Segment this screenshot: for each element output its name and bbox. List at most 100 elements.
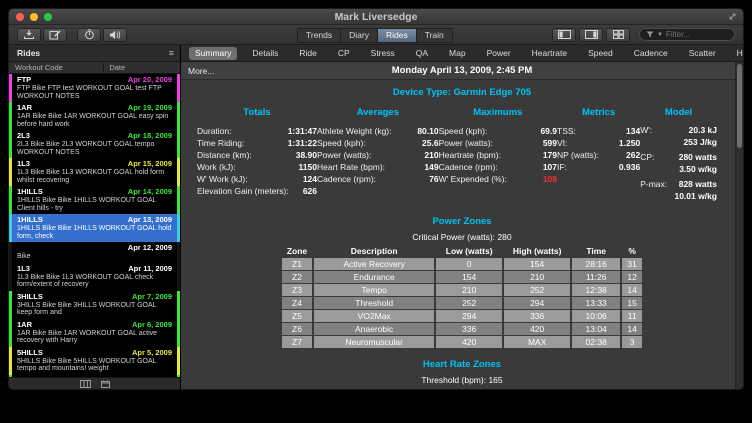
ride-color-stripe	[177, 74, 180, 102]
ride-list-item[interactable]: 1L3Apr 15, 2009 1L3 Bike Bike 1L3 WORKOU…	[9, 158, 180, 186]
tab-cadence[interactable]: Cadence	[628, 47, 674, 60]
ride-list-item[interactable]: 1ARApr 6, 2009 1AR Bike Bike 1AR WORKOUT…	[9, 319, 180, 347]
filter-field[interactable]: ▼	[639, 28, 735, 41]
main-scrollbar[interactable]	[735, 62, 743, 390]
tab-speed[interactable]: Speed	[582, 47, 619, 60]
tab-cp[interactable]: CP	[332, 47, 356, 60]
metric-value: 25.6	[422, 137, 439, 149]
ride-list-item[interactable]: 1ARApr 19, 2009 1AR Bike Bike 1AR WORKOU…	[9, 102, 180, 130]
ride-description: 1AR Bike Bike 1AR WORKOUT GOAL easy spin…	[17, 113, 172, 128]
model-section: Model W': 20.3 kJ253 J/kg CP: 280 watts3…	[640, 107, 717, 206]
zone-cell: 336	[436, 323, 502, 335]
toggle-sidebar-button[interactable]	[552, 28, 576, 42]
tab-map[interactable]: Map	[443, 47, 472, 60]
ride-list-item[interactable]: Apr 12, 2009 Bike	[9, 242, 180, 263]
scrollbar-thumb[interactable]	[737, 64, 742, 148]
column-date[interactable]: Date	[104, 63, 180, 72]
view-diary[interactable]: Diary	[341, 29, 378, 42]
tab-details[interactable]: Details	[246, 47, 284, 60]
tab-scatter[interactable]: Scatter	[683, 47, 722, 60]
audio-button[interactable]	[103, 28, 127, 42]
ride-list-item[interactable]: FTPApr 20, 2009 FTP Bike FTP test WORKOU…	[9, 74, 180, 102]
more-link[interactable]: More...	[188, 66, 214, 76]
filter-input[interactable]	[666, 30, 728, 39]
ride-list-item[interactable]: 2L3Apr 4, 2009 2L3 Bike Bike 2L3 WORKOUT…	[9, 375, 180, 378]
tab-hrpw[interactable]: HrPw	[731, 47, 744, 60]
zone-row: Z5VO2Max29433610:0611	[282, 310, 642, 322]
view-rides[interactable]: Rides	[378, 29, 417, 42]
download-ride-button[interactable]	[17, 28, 41, 42]
tab-ride[interactable]: Ride	[293, 47, 322, 60]
ride-color-stripe	[177, 291, 180, 319]
manual-entry-button[interactable]	[43, 28, 67, 42]
metric-label: CP:	[640, 152, 668, 174]
ride-date: Apr 5, 2009	[132, 349, 172, 357]
view-train[interactable]: Train	[417, 29, 452, 42]
sidebar-footer	[9, 377, 180, 390]
zone-header-row: Zone Description Low (watts) High (watts…	[282, 246, 642, 257]
ride-date: Apr 6, 2009	[132, 321, 172, 329]
ride-list-item-selected[interactable]: 1HILLSApr 13, 2009 1HILLS Bike Bike 1HIL…	[9, 214, 180, 242]
critical-power-subtitle: Critical Power (watts): 280	[181, 232, 743, 242]
metric-label: Duration:	[197, 125, 232, 137]
ride-color-stripe	[9, 263, 12, 291]
zone-cell: 28:16	[572, 258, 620, 270]
zone-cell: 14	[622, 323, 642, 335]
tab-row: Rides ≡ Summary Details Ride CP Stress Q…	[9, 45, 743, 62]
metric-value: 69.9	[540, 125, 557, 137]
zone-cell: Z5	[282, 310, 312, 322]
ride-description: 1HILLS Bike Bike 1HILLS WORKOUT GOAL hol…	[17, 225, 172, 240]
ride-list-item[interactable]: 2L3Apr 18, 2009 2L3 Bike Bike 2L3 WORKOU…	[9, 130, 180, 158]
tile-view-button[interactable]	[606, 28, 630, 42]
ride-date: Apr 19, 2009	[128, 104, 172, 112]
metric-label: Distance (km):	[197, 149, 252, 161]
zone-cell: 15	[622, 297, 642, 309]
ride-date: Apr 15, 2009	[128, 160, 172, 168]
zone-col-header: Description	[314, 246, 434, 257]
toggle-lowbar-button[interactable]	[579, 28, 603, 42]
metric-value: 0.936	[619, 161, 640, 173]
layout-columns-icon[interactable]	[80, 380, 91, 388]
tab-summary[interactable]: Summary	[189, 47, 237, 60]
metric-label: Heartrate (bpm):	[439, 149, 501, 161]
zone-row: Z6Anaerobic33642013:0414	[282, 323, 642, 335]
zone-cell: 11:26	[572, 271, 620, 283]
metric-value: 626	[303, 185, 317, 197]
metric-value: 1.250	[619, 137, 640, 149]
interval-tool-button[interactable]	[77, 28, 101, 42]
view-trends[interactable]: Trends	[298, 29, 341, 42]
body-area: Workout Code Date FTPApr 20, 2009 FTP Bi…	[9, 62, 743, 390]
tab-power[interactable]: Power	[481, 47, 517, 60]
ride-actions-group	[17, 28, 67, 42]
column-workout-code[interactable]: Workout Code	[9, 63, 104, 72]
ride-list-item[interactable]: 5HILLSApr 5, 2009 5HILLS Bike Bike 5HILL…	[9, 347, 180, 375]
metric-label: Cadence (rpm):	[439, 161, 498, 173]
ride-list-item[interactable]: 3HILLSApr 7, 2009 3HILLS Bike Bike 3HILL…	[9, 291, 180, 319]
zone-col-header: %	[622, 246, 642, 257]
calendar-icon[interactable]	[101, 380, 110, 388]
ride-color-stripe	[9, 242, 12, 263]
zone-cell: 11	[622, 310, 642, 322]
ride-date: Apr 18, 2009	[128, 132, 172, 140]
ride-description: 1L3 Bike Bike 1L3 WORKOUT GOAL check for…	[17, 274, 172, 289]
ride-list-item[interactable]: 1L3Apr 11, 2009 1L3 Bike Bike 1L3 WORKOU…	[9, 263, 180, 291]
tab-heartrate[interactable]: Heartrate	[526, 47, 573, 60]
metric-label: Power (watts):	[439, 137, 493, 149]
main-toolbar: Trends Diary Rides Train ▼	[9, 25, 743, 45]
zone-cell: 252	[436, 297, 502, 309]
ride-color-stripe	[9, 347, 12, 375]
metric-label: Elevation Gain (meters):	[197, 185, 289, 197]
metrics-title: Metrics	[557, 107, 640, 118]
ride-description: 1HILLS Bike Bike 1HILLS WORKOUT GOAL Cli…	[17, 197, 172, 212]
tab-qa[interactable]: QA	[410, 47, 434, 60]
sidebar-menu-icon[interactable]: ≡	[169, 49, 174, 58]
zone-row: Z3Tempo21025212:3814	[282, 284, 642, 296]
ride-color-stripe	[177, 186, 180, 214]
ride-list-item[interactable]: 1HILLSApr 14, 2009 1HILLS Bike Bike 1HIL…	[9, 186, 180, 214]
ride-date: Apr 7, 2009	[132, 293, 172, 301]
tab-stress[interactable]: Stress	[365, 47, 401, 60]
fullscreen-icon[interactable]	[728, 12, 737, 21]
metric-label: Work (kJ):	[197, 161, 236, 173]
metric-label: Heart Rate (bpm):	[317, 161, 385, 173]
metric-label: NP (watts):	[557, 149, 599, 161]
